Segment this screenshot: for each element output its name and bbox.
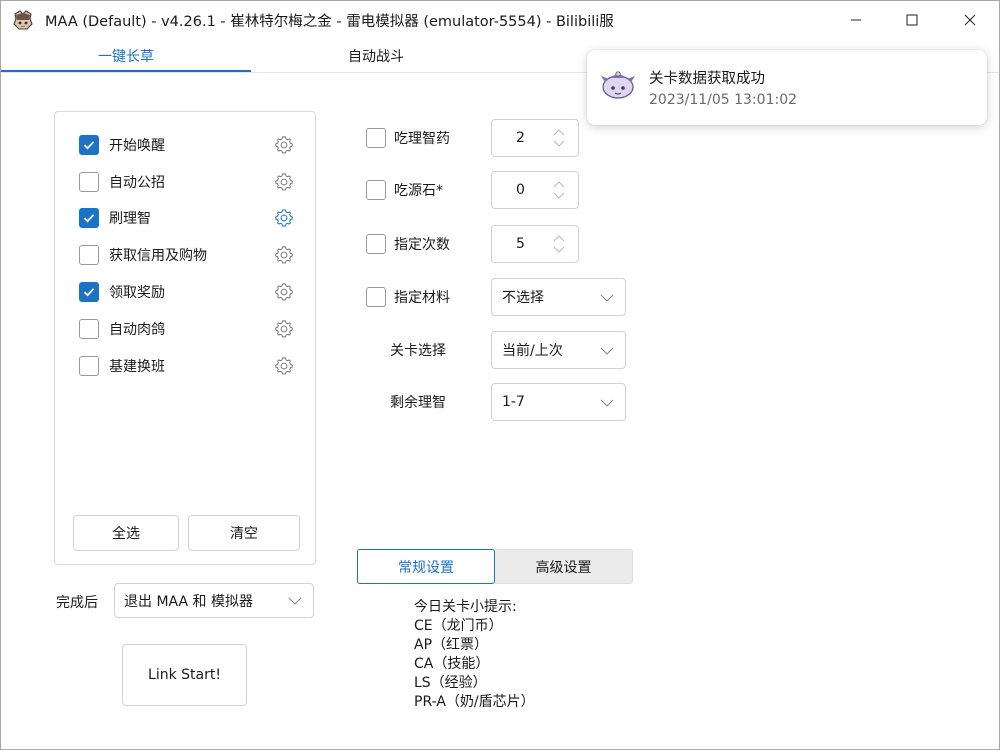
- task-item-roguelike[interactable]: 自动肉鸽: [79, 317, 299, 341]
- task-label: 自动公招: [109, 175, 165, 191]
- stage-value: 当前/上次: [502, 343, 563, 359]
- task-item-infrast[interactable]: 基建换班: [79, 354, 299, 378]
- tab-farming[interactable]: 一键长草: [1, 39, 251, 73]
- chevron-down-icon: [288, 597, 302, 605]
- checkmark-icon: [83, 288, 95, 297]
- gear-icon[interactable]: [273, 207, 295, 229]
- sanity-potion-checkbox[interactable]: [366, 128, 386, 148]
- option-material[interactable]: 指定材料: [366, 285, 450, 309]
- gear-icon[interactable]: [273, 281, 295, 303]
- stage-label: 关卡选择: [390, 343, 446, 359]
- originium-checkbox[interactable]: [366, 180, 386, 200]
- material-label: 指定材料: [394, 290, 450, 306]
- select-all-button[interactable]: 全选: [73, 515, 179, 551]
- task-item-award[interactable]: 领取奖励: [79, 280, 299, 304]
- task-item-mall[interactable]: 获取信用及购物: [79, 243, 299, 267]
- task-label: 自动肉鸽: [109, 322, 165, 338]
- tip-line: LS（经验）: [414, 675, 487, 691]
- task-label: 开始唤醒: [109, 138, 165, 154]
- gear-icon[interactable]: [273, 355, 295, 377]
- originium-label: 吃源石*: [394, 183, 443, 199]
- material-select[interactable]: 不选择: [491, 278, 626, 316]
- task-item-fight[interactable]: 刷理智: [79, 206, 299, 230]
- toast-notification[interactable]: 关卡数据获取成功 2023/11/05 13:01:02: [587, 50, 987, 125]
- minimize-icon: [851, 19, 861, 21]
- maximize-icon: [906, 14, 918, 26]
- material-value: 不选择: [502, 290, 544, 306]
- close-button[interactable]: [947, 1, 993, 39]
- sanity-potion-stepper[interactable]: 2: [491, 119, 579, 157]
- option-times[interactable]: 指定次数: [366, 232, 450, 256]
- stage-tips: 今日关卡小提示: CE（龙门币） AP（红票） CA（技能） LS（经验） PR…: [414, 598, 535, 712]
- tips-title: 今日关卡小提示:: [414, 599, 517, 615]
- chevron-down-icon: [600, 347, 614, 355]
- option-sanity-potion[interactable]: 吃理智药: [366, 126, 450, 150]
- gear-icon[interactable]: [273, 244, 295, 266]
- tab-auto-battle[interactable]: 自动战斗: [251, 39, 501, 73]
- gear-icon[interactable]: [273, 134, 295, 156]
- tip-line: AP（红票）: [414, 637, 489, 653]
- toast-title: 关卡数据获取成功: [649, 71, 765, 87]
- times-value: 5: [516, 236, 525, 252]
- times-label: 指定次数: [394, 237, 450, 253]
- remaining-sanity-select[interactable]: 1-7: [491, 383, 626, 421]
- minimize-button[interactable]: [833, 1, 879, 39]
- app-logo-icon: [13, 10, 33, 30]
- task-label: 获取信用及购物: [109, 248, 207, 264]
- after-completion-value: 退出 MAA 和 模拟器: [124, 593, 253, 610]
- window-title: MAA (Default) - v4.26.1 - 崔林特尔梅之金 - 雷电模拟…: [45, 14, 614, 30]
- remaining-sanity-value: 1-7: [502, 394, 525, 410]
- after-completion-label: 完成后: [56, 595, 98, 611]
- task-item-startup[interactable]: 开始唤醒: [79, 133, 299, 157]
- task-checkbox[interactable]: [79, 208, 99, 228]
- tab-advanced-settings[interactable]: 高级设置: [495, 549, 633, 584]
- main-window: MAA (Default) - v4.26.1 - 崔林特尔梅之金 - 雷电模拟…: [0, 0, 1000, 750]
- originium-stepper[interactable]: 0: [491, 171, 579, 209]
- stepper-arrows-icon[interactable]: [552, 231, 566, 257]
- gear-icon[interactable]: [273, 171, 295, 193]
- toast-time: 2023/11/05 13:01:02: [649, 92, 798, 108]
- gear-icon[interactable]: [273, 318, 295, 340]
- stage-select[interactable]: 当前/上次: [491, 331, 626, 369]
- task-checkbox[interactable]: [79, 356, 99, 376]
- option-originium[interactable]: 吃源石*: [366, 178, 443, 202]
- checkmark-icon: [83, 141, 95, 150]
- tab-normal-settings[interactable]: 常规设置: [357, 549, 495, 584]
- mascot-icon: [601, 71, 635, 99]
- title-bar[interactable]: MAA (Default) - v4.26.1 - 崔林特尔梅之金 - 雷电模拟…: [1, 1, 999, 39]
- task-checkbox[interactable]: [79, 282, 99, 302]
- task-item-recruit[interactable]: 自动公招: [79, 170, 299, 194]
- task-label: 刷理智: [109, 211, 151, 227]
- task-label: 领取奖励: [109, 285, 165, 301]
- tip-line: CA（技能）: [414, 656, 490, 672]
- task-checkbox[interactable]: [79, 135, 99, 155]
- times-stepper[interactable]: 5: [491, 225, 579, 263]
- stepper-arrows-icon[interactable]: [552, 125, 566, 151]
- stepper-arrows-icon[interactable]: [552, 177, 566, 203]
- chevron-down-icon: [600, 294, 614, 302]
- after-completion-select[interactable]: 退出 MAA 和 模拟器: [114, 583, 314, 618]
- task-label: 基建换班: [109, 359, 165, 375]
- clear-button[interactable]: 清空: [188, 515, 300, 551]
- sanity-potion-value: 2: [516, 130, 525, 146]
- tip-line: PR-A（奶/盾芯片）: [414, 694, 535, 710]
- task-checkbox[interactable]: [79, 172, 99, 192]
- maximize-button[interactable]: [889, 1, 935, 39]
- close-icon: [964, 14, 976, 26]
- remaining-sanity-label: 剩余理智: [390, 395, 446, 411]
- sanity-potion-label: 吃理智药: [394, 131, 450, 147]
- task-list-panel: 开始唤醒 自动公招 刷理智 获取信用及购物 领取奖励 自动肉鸽 基建换班 全选 …: [54, 111, 316, 565]
- tip-line: CE（龙门币）: [414, 618, 503, 634]
- task-checkbox[interactable]: [79, 319, 99, 339]
- task-checkbox[interactable]: [79, 245, 99, 265]
- originium-value: 0: [516, 182, 525, 198]
- checkmark-icon: [83, 214, 95, 223]
- chevron-down-icon: [600, 399, 614, 407]
- material-checkbox[interactable]: [366, 287, 386, 307]
- link-start-button[interactable]: Link Start!: [122, 644, 247, 706]
- times-checkbox[interactable]: [366, 234, 386, 254]
